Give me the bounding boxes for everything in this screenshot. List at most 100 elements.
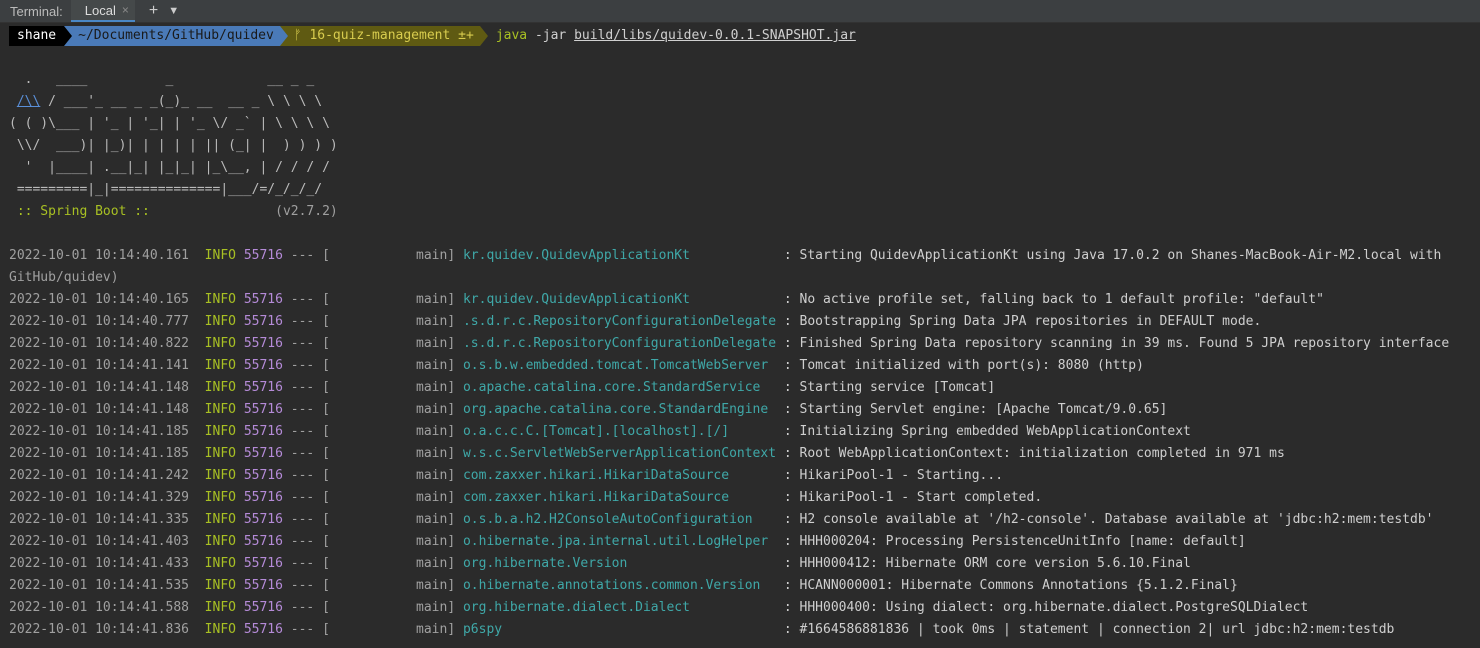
log-pid: 55716 [243, 336, 283, 351]
command-jar-path[interactable]: build/libs/quidev-0.0.1-SNAPSHOT.jar [574, 28, 856, 43]
log-pid: 55716 [243, 490, 283, 505]
log-timestamp: 2022-10-01 10:14:41.836 [9, 622, 190, 637]
log-thread: --- [ main] [282, 512, 463, 527]
log-line: 2022-10-01 10:14:41.836 INFO 55716 --- [… [9, 619, 1394, 641]
banner-line: =========|_|==============|___/=/_/_/_/ [9, 182, 323, 197]
log-line: 2022-10-01 10:14:40.822 INFO 55716 --- [… [9, 333, 1449, 355]
log-logger: o.a.c.c.C.[Tomcat].[localhost].[/] [462, 424, 777, 439]
log-thread: --- [ main] [282, 248, 463, 263]
prompt-branch: ᚠ 16-quiz-management ±+ [287, 26, 480, 46]
log-level: INFO [204, 468, 236, 483]
command-flag: -jar [527, 28, 575, 43]
log-pid: 55716 [243, 424, 283, 439]
log-logger: o.hibernate.jpa.internal.util.LogHelper [462, 534, 777, 549]
log-thread: --- [ main] [282, 446, 463, 461]
log-timestamp: 2022-10-01 10:14:40.165 [9, 292, 190, 307]
banner-line: . ____ _ __ _ _ [9, 72, 315, 87]
add-tab-icon[interactable]: + [149, 2, 158, 20]
log-level: INFO [204, 314, 236, 329]
log-pid: 55716 [243, 556, 283, 571]
log-logger: kr.quidev.QuidevApplicationKt [462, 248, 777, 263]
log-logger: w.s.c.ServletWebServerApplicationContext [462, 446, 777, 461]
log-logger: p6spy [462, 622, 777, 637]
log-pid: 55716 [243, 534, 283, 549]
log-logger: .s.d.r.c.RepositoryConfigurationDelegate [462, 314, 777, 329]
log-message: : Root WebApplicationContext: initializa… [776, 446, 1285, 461]
log-thread: --- [ main] [282, 578, 463, 593]
log-line: 2022-10-01 10:14:40.777 INFO 55716 --- [… [9, 311, 1261, 333]
log-timestamp: 2022-10-01 10:14:40.161 [9, 248, 190, 263]
log-pid: 55716 [243, 512, 283, 527]
log-logger: org.hibernate.Version [462, 556, 777, 571]
log-timestamp: 2022-10-01 10:14:41.185 [9, 424, 190, 439]
log-timestamp: 2022-10-01 10:14:41.335 [9, 512, 190, 527]
spring-boot-version-line: :: Spring Boot :: (v2.7.2) [9, 201, 338, 223]
banner-text: / ___'_ __ _ _(_)_ __ __ _ \ \ \ \ [40, 94, 323, 109]
log-timestamp: 2022-10-01 10:14:41.148 [9, 402, 190, 417]
tab-local[interactable]: Local × [70, 0, 135, 22]
log-line: 2022-10-01 10:14:41.242 INFO 55716 --- [… [9, 465, 1003, 487]
log-logger: .s.d.r.c.RepositoryConfigurationDelegate [462, 336, 777, 351]
log-thread: --- [ main] [282, 380, 463, 395]
log-pid: 55716 [243, 380, 283, 395]
spring-boot-label: :: Spring Boot :: [9, 204, 150, 219]
log-level: INFO [204, 600, 236, 615]
shell-prompt: shane ~/Documents/GitHub/quidev ᚠ 16-qui… [9, 25, 856, 47]
log-thread: --- [ main] [282, 336, 463, 351]
log-logger: com.zaxxer.hikari.HikariDataSource [462, 468, 777, 483]
prompt-separator-icon [64, 26, 73, 46]
log-timestamp: 2022-10-01 10:14:41.588 [9, 600, 190, 615]
log-message: : Finished Spring Data repository scanni… [776, 336, 1450, 351]
log-logger: o.hibernate.annotations.common.Version [462, 578, 777, 593]
log-message: : Bootstrapping Spring Data JPA reposito… [776, 314, 1262, 329]
log-pid: 55716 [243, 468, 283, 483]
log-pid: 55716 [243, 402, 283, 417]
banner-text [9, 94, 17, 109]
log-line: 2022-10-01 10:14:40.165 INFO 55716 --- [… [9, 289, 1324, 311]
chevron-down-icon[interactable]: ▼ [168, 5, 179, 17]
prompt-separator-icon [479, 26, 488, 46]
log-line: 2022-10-01 10:14:41.403 INFO 55716 --- [… [9, 531, 1246, 553]
log-level: INFO [204, 380, 236, 395]
log-level: INFO [204, 292, 236, 307]
banner-line: ' |____| .__|_| |_|_| |_\__, | / / / / [9, 160, 330, 175]
log-pid: 55716 [243, 292, 283, 307]
log-timestamp: 2022-10-01 10:14:41.148 [9, 380, 190, 395]
log-level: INFO [204, 534, 236, 549]
log-timestamp: 2022-10-01 10:14:41.185 [9, 446, 190, 461]
log-pid: 55716 [243, 578, 283, 593]
terminal-output[interactable]: shane ~/Documents/GitHub/quidev ᚠ 16-qui… [0, 23, 1480, 648]
log-pid: 55716 [243, 446, 283, 461]
log-line: 2022-10-01 10:14:41.141 INFO 55716 --- [… [9, 355, 1144, 377]
log-pid: 55716 [243, 600, 283, 615]
log-level: INFO [204, 402, 236, 417]
log-pid: 55716 [243, 358, 283, 373]
log-message: : Starting Servlet engine: [Apache Tomca… [776, 402, 1168, 417]
log-thread: --- [ main] [282, 424, 463, 439]
log-timestamp: 2022-10-01 10:14:41.403 [9, 534, 190, 549]
log-logger: o.s.b.a.h2.H2ConsoleAutoConfiguration [462, 512, 777, 527]
log-level: INFO [204, 622, 236, 637]
command-java: java [495, 28, 528, 43]
prompt-user: shane [9, 26, 65, 46]
log-message: : No active profile set, falling back to… [776, 292, 1324, 307]
log-timestamp: 2022-10-01 10:14:41.433 [9, 556, 190, 571]
log-thread: --- [ main] [282, 292, 463, 307]
log-logger: o.apache.catalina.core.StandardService [462, 380, 777, 395]
log-level: INFO [204, 490, 236, 505]
close-icon[interactable]: × [122, 3, 129, 17]
log-thread: --- [ main] [282, 534, 463, 549]
log-message: : HikariPool-1 - Starting... [776, 468, 1004, 483]
log-message: : #1664586881836 | took 0ms | statement … [776, 622, 1395, 637]
log-message: : H2 console available at '/h2-console'.… [776, 512, 1434, 527]
banner-link[interactable]: /\\ [17, 94, 40, 109]
log-line: 2022-10-01 10:14:40.161 INFO 55716 --- [… [9, 245, 1441, 267]
log-logger: org.hibernate.dialect.Dialect [462, 600, 777, 615]
log-message: : HHH000412: Hibernate ORM core version … [776, 556, 1191, 571]
log-logger: kr.quidev.QuidevApplicationKt [462, 292, 777, 307]
log-level: INFO [204, 336, 236, 351]
log-level: INFO [204, 248, 236, 263]
log-line: 2022-10-01 10:14:41.535 INFO 55716 --- [… [9, 575, 1238, 597]
log-message: : HHH000204: Processing PersistenceUnitI… [776, 534, 1246, 549]
banner-line: /\\ / ___'_ __ _ _(_)_ __ __ _ \ \ \ \ [9, 91, 322, 113]
